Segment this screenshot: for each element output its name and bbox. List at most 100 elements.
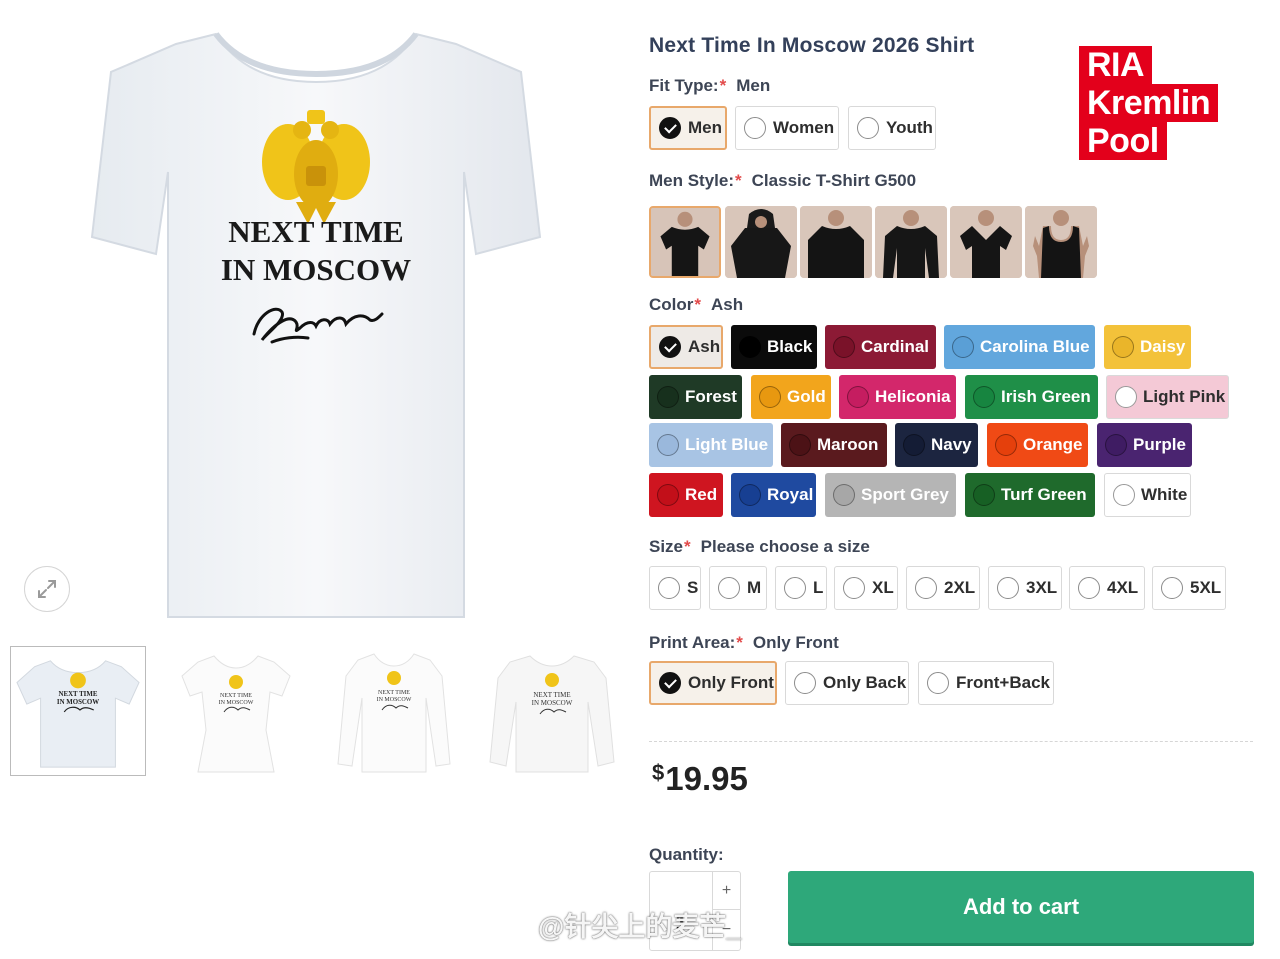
- style-selected: Classic T-Shirt G500: [751, 171, 917, 190]
- fit-option-youth[interactable]: Youth: [848, 106, 936, 150]
- thumb-longsleeve[interactable]: NEXT TIME IN MOSCOW: [326, 646, 462, 776]
- size-option-label: M: [747, 578, 762, 597]
- color-option-orange[interactable]: Orange: [987, 423, 1088, 467]
- size-option-label: 4XL: [1107, 578, 1139, 597]
- black-tshirt-model-image: [651, 208, 719, 276]
- tshirt-image: NEXT TIME IN MOSCOW: [90, 32, 542, 618]
- color-option-black[interactable]: Black: [731, 325, 817, 369]
- radio-icon: [857, 117, 879, 139]
- color-option-ash[interactable]: Ash: [649, 325, 723, 369]
- print-area-label: Print Area:* Only Front: [649, 633, 839, 653]
- logo-line1: RIA: [1079, 46, 1153, 84]
- color-option-sport-grey[interactable]: Sport Grey: [825, 473, 956, 517]
- thumb-print-line1: NEXT TIME: [378, 690, 410, 696]
- color-selected: Ash: [711, 295, 744, 314]
- color-option-irish-green[interactable]: Irish Green: [965, 375, 1098, 419]
- size-option-s[interactable]: S: [649, 566, 701, 610]
- color-option-purple[interactable]: Purple: [1097, 423, 1192, 467]
- color-option-navy[interactable]: Navy: [895, 423, 978, 467]
- style-option-vneck[interactable]: [950, 206, 1022, 278]
- radio-icon: [718, 577, 740, 599]
- color-option-light-blue[interactable]: Light Blue: [649, 423, 773, 467]
- thumb-men-tshirt[interactable]: NEXT TIME IN MOSCOW: [10, 646, 146, 776]
- thumb-print-line2: IN MOSCOW: [532, 699, 573, 707]
- check-circle-icon: [659, 672, 681, 694]
- thumb-sweatshirt[interactable]: NEXT TIME IN MOSCOW: [484, 646, 620, 776]
- thumb-print-line1: NEXT TIME: [533, 691, 570, 699]
- print-option-only-front[interactable]: Only Front: [649, 661, 777, 705]
- color-dot-icon: [1105, 434, 1127, 456]
- size-option-label: S: [687, 578, 699, 597]
- product-main-image[interactable]: NEXT TIME IN MOSCOW: [86, 22, 546, 627]
- radio-icon: [915, 577, 937, 599]
- product-title: Next Time In Moscow 2026 Shirt: [649, 34, 975, 57]
- color-option-light-pink[interactable]: Light Pink: [1106, 375, 1229, 419]
- size-option-4xl[interactable]: 4XL: [1069, 566, 1145, 610]
- radio-icon: [744, 117, 766, 139]
- color-option-heliconia[interactable]: Heliconia: [839, 375, 956, 419]
- color-option-daisy[interactable]: Daisy: [1104, 325, 1191, 369]
- size-label-text: Size: [649, 537, 684, 556]
- thumb-women-tshirt[interactable]: NEXT TIME IN MOSCOW: [168, 646, 304, 776]
- color-option-gold[interactable]: Gold: [751, 375, 831, 419]
- style-label-text: Men Style:: [649, 171, 735, 190]
- required-mark: *: [719, 76, 727, 95]
- fit-option-women[interactable]: Women: [735, 106, 839, 150]
- print-option-only-back[interactable]: Only Back: [785, 661, 909, 705]
- color-label-text: Color: [649, 295, 694, 314]
- style-option-tanktop[interactable]: [1025, 206, 1097, 278]
- style-option-hoodie[interactable]: [725, 206, 797, 278]
- color-dot-icon: [833, 484, 855, 506]
- style-option-tshirt[interactable]: [649, 206, 721, 278]
- radio-icon: [843, 577, 865, 599]
- color-option-white[interactable]: White: [1104, 473, 1191, 517]
- price: $19.95: [652, 760, 748, 798]
- required-mark: *: [735, 171, 742, 190]
- color-label: Color* Ash: [649, 295, 743, 315]
- color-option-maroon[interactable]: Maroon: [781, 423, 887, 467]
- color-option-carolina-blue[interactable]: Carolina Blue: [944, 325, 1095, 369]
- size-label: Size* Please choose a size: [649, 537, 870, 557]
- color-dot-icon: [657, 484, 679, 506]
- color-option-royal[interactable]: Royal: [731, 473, 816, 517]
- zoom-button[interactable]: [24, 566, 70, 612]
- print-option-label: Only Back: [823, 673, 907, 692]
- size-option-2xl[interactable]: 2XL: [906, 566, 980, 610]
- style-option-sweatshirt[interactable]: [800, 206, 872, 278]
- fit-type-selected: Men: [736, 76, 771, 95]
- print-area-selected: Only Front: [752, 633, 839, 652]
- size-option-3xl[interactable]: 3XL: [988, 566, 1062, 610]
- color-option-forest[interactable]: Forest: [649, 375, 742, 419]
- logo-line3: Pool: [1079, 122, 1167, 160]
- color-option-label: Light Pink: [1143, 387, 1226, 406]
- color-option-label: Red: [685, 485, 718, 504]
- add-to-cart-button[interactable]: Add to cart: [788, 871, 1254, 943]
- size-option-label: L: [813, 578, 824, 597]
- divider: [649, 741, 1253, 742]
- color-option-turf-green[interactable]: Turf Green: [965, 473, 1095, 517]
- size-option-m[interactable]: M: [709, 566, 767, 610]
- thumb-print-line1: NEXT TIME: [59, 691, 98, 698]
- fit-option-men[interactable]: Men: [649, 106, 727, 150]
- color-option-label: Ash: [688, 337, 721, 356]
- style-option-longsleeve[interactable]: [875, 206, 947, 278]
- size-option-l[interactable]: L: [775, 566, 827, 610]
- quantity-label: Quantity:: [649, 845, 724, 864]
- size-hint: Please choose a size: [700, 537, 870, 556]
- size-option-label: XL: [872, 578, 894, 597]
- logo-line2: Kremlin: [1079, 84, 1219, 122]
- print-option-front-back[interactable]: Front+Back: [918, 661, 1054, 705]
- size-option-label: 2XL: [944, 578, 976, 597]
- size-option-xl[interactable]: XL: [834, 566, 898, 610]
- thumbnail-image: NEXT TIME IN MOSCOW: [181, 655, 291, 773]
- color-option-label: Turf Green: [1001, 485, 1087, 504]
- color-option-cardinal[interactable]: Cardinal: [825, 325, 936, 369]
- color-option-label: Heliconia: [875, 387, 951, 406]
- size-option-5xl[interactable]: 5XL: [1152, 566, 1226, 610]
- watermark-text: @针尖上的麦芒_: [538, 911, 742, 942]
- radio-icon: [658, 577, 680, 599]
- black-hoodie-model-image: [725, 206, 797, 278]
- fit-option-label: Women: [773, 118, 835, 137]
- color-option-red[interactable]: Red: [649, 473, 723, 517]
- color-dot-icon: [973, 386, 995, 408]
